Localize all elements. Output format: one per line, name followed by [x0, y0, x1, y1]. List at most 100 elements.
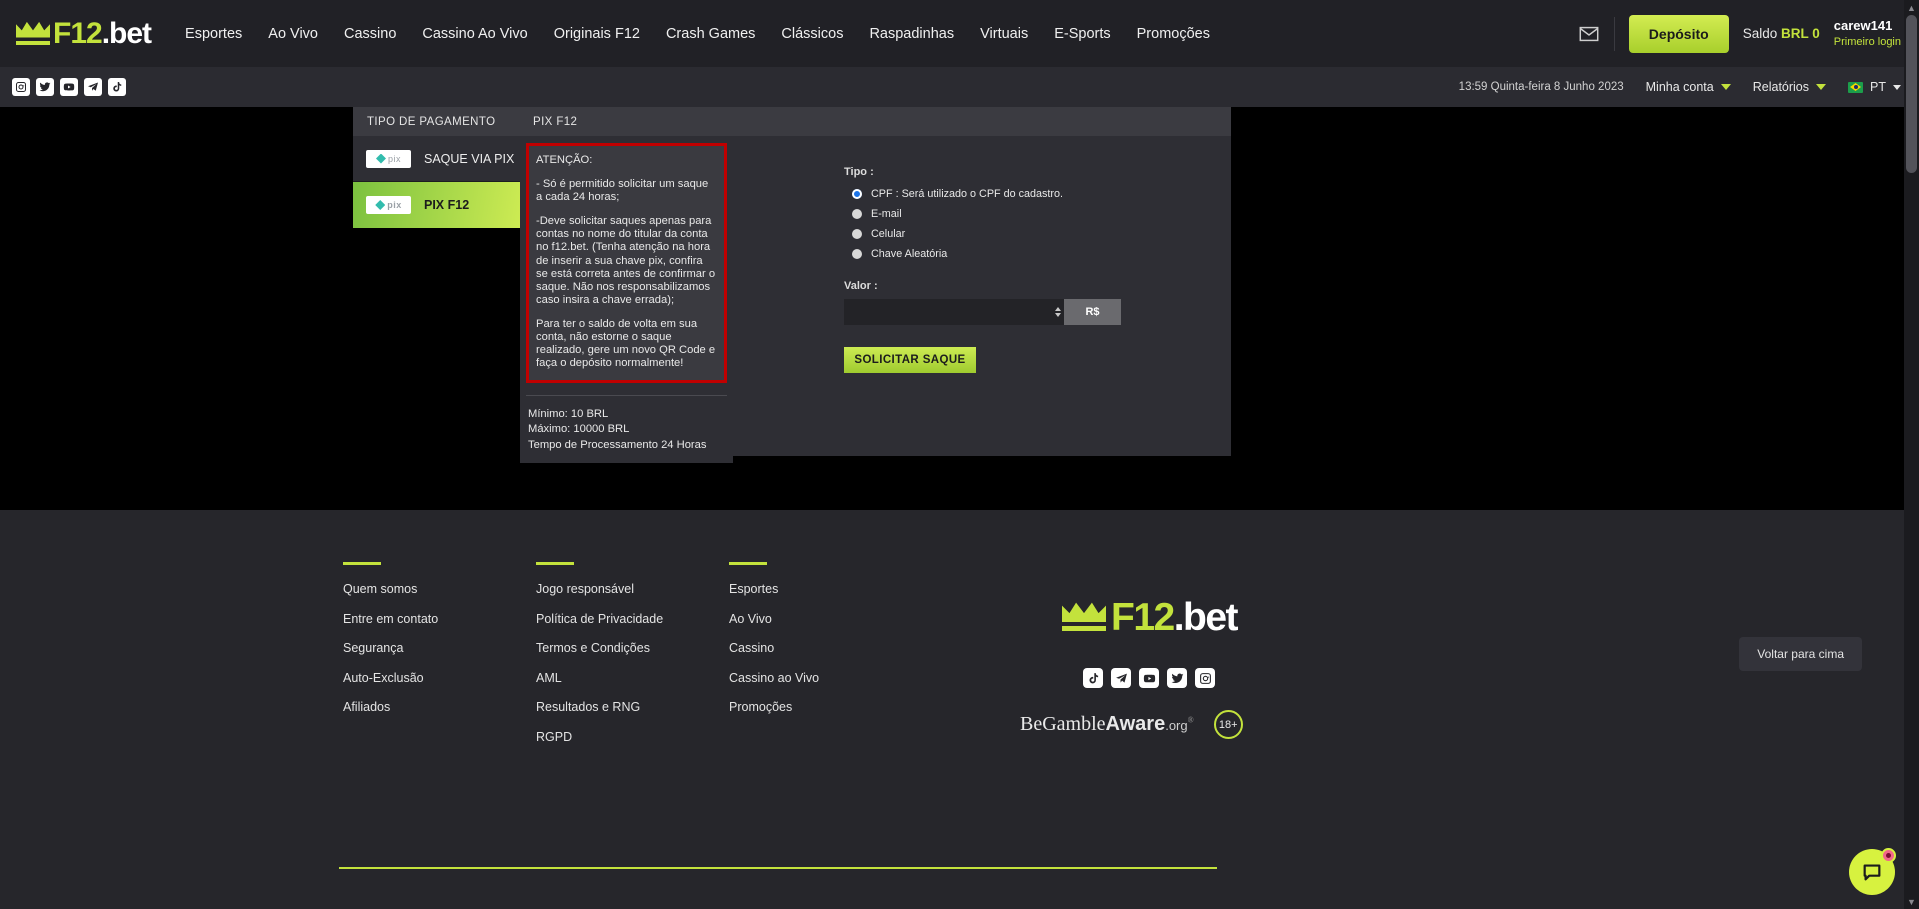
attention-notice: ATENÇÃO: - Só é permitido solicitar um s…: [526, 143, 727, 384]
site-logo[interactable]: F12.bet: [16, 16, 152, 50]
nav-item-crash-games[interactable]: Crash Games: [666, 26, 755, 42]
logo-text-white: .bet: [101, 16, 152, 50]
valor-input-group: R$: [844, 299, 1121, 325]
footer-link-auto-exclusao[interactable]: Auto-Exclusão: [343, 671, 536, 685]
method-label: PIX F12: [424, 198, 470, 212]
selected-method-header: PIX F12: [533, 115, 578, 128]
chevron-down-icon: [1816, 84, 1827, 90]
nav-item-cassino-ao-vivo[interactable]: Cassino Ao Vivo: [422, 26, 527, 42]
instagram-icon[interactable]: [1195, 668, 1215, 688]
begambleaware-logo[interactable]: BeGambleAware.org®: [1020, 713, 1194, 736]
radio-dot-icon: [852, 189, 862, 199]
method-info-column: ATENÇÃO: - Só é permitido solicitar um s…: [520, 136, 733, 463]
twitter-icon[interactable]: [36, 78, 54, 96]
limits-info: Mínimo: 10 BRL Máximo: 10000 BRL Tempo d…: [526, 395, 727, 452]
nav-item-originais-f12[interactable]: Originais F12: [554, 26, 640, 42]
twitter-icon[interactable]: [1167, 668, 1187, 688]
footer-link-aml[interactable]: AML: [536, 671, 729, 685]
brazil-flag-icon: [1848, 81, 1864, 93]
chat-bubble-icon: [1863, 864, 1881, 881]
tiktok-icon[interactable]: [108, 78, 126, 96]
language-label: PT: [1870, 80, 1886, 94]
language-selector[interactable]: PT: [1848, 80, 1901, 94]
user-account-box[interactable]: carew141 Primeiro login: [1834, 17, 1901, 49]
withdrawal-form: Tipo : CPF : Será utilizado o CPF do cad…: [733, 136, 1231, 456]
valor-input[interactable]: [844, 299, 1051, 325]
nav-item-virtuais[interactable]: Virtuais: [980, 26, 1028, 42]
nav-item-classicos[interactable]: Clássicos: [781, 26, 843, 42]
datetime-display: 13:59 Quinta-feira 8 Junho 2023: [1458, 81, 1624, 93]
footer-column-legal: Jogo responsável Política de Privacidade…: [536, 562, 729, 759]
footer-link-esportes[interactable]: Esportes: [729, 582, 922, 596]
footer-link-jogo-responsavel[interactable]: Jogo responsável: [536, 582, 729, 596]
deposit-button[interactable]: Depósito: [1628, 14, 1729, 53]
chat-widget-button[interactable]: [1849, 848, 1896, 895]
valor-label: Valor :: [844, 280, 878, 292]
footer-link-promocoes[interactable]: Promoções: [729, 700, 922, 714]
back-to-top-button[interactable]: Voltar para cima: [1739, 637, 1862, 671]
nav-item-ao-vivo[interactable]: Ao Vivo: [268, 26, 318, 42]
social-links-top: [12, 78, 126, 96]
envelope-icon[interactable]: [1578, 23, 1600, 45]
telegram-icon[interactable]: [1111, 668, 1131, 688]
radio-label: Celular: [871, 228, 906, 240]
payment-type-column-header: TIPO DE PAGAMENTO: [367, 115, 496, 128]
method-saque-via-pix[interactable]: pix SAQUE VIA PIX: [353, 136, 520, 182]
logo-text: F12.bet: [53, 16, 152, 50]
youtube-icon[interactable]: [60, 78, 78, 96]
reports-menu[interactable]: Relatórios: [1753, 80, 1827, 94]
valor-stepper[interactable]: [1051, 299, 1064, 325]
telegram-icon[interactable]: [84, 78, 102, 96]
main-navigation: Esportes Ao Vivo Cassino Cassino Ao Vivo…: [185, 26, 1210, 42]
page-scrollbar[interactable]: ▲ ▼: [1904, 0, 1919, 909]
method-pix-f12[interactable]: pix PIX F12: [353, 182, 520, 228]
currency-suffix: R$: [1064, 299, 1121, 325]
footer-link-columns: Quem somos Entre em contato Segurança Au…: [0, 562, 1919, 759]
limit-maximum: Máximo: 10000 BRL: [528, 423, 630, 436]
footer-logo-green: F12: [1111, 596, 1175, 639]
footer-link-cassino[interactable]: Cassino: [729, 641, 922, 655]
age-restriction-badge: 18+: [1213, 710, 1243, 739]
tiktok-icon[interactable]: [1083, 668, 1103, 688]
attention-paragraph-3: Para ter o saldo de volta em sua conta, …: [536, 317, 716, 370]
main-content: TIPO DE PAGAMENTO PIX F12 pix SAQUE VIA …: [0, 107, 1919, 510]
footer-logo-white: .bet: [1173, 596, 1239, 639]
cashier-panel: TIPO DE PAGAMENTO PIX F12 pix SAQUE VIA …: [353, 107, 1231, 463]
radio-option-chave-aleatoria[interactable]: Chave Aleatória: [844, 248, 1231, 260]
footer-link-rgpd[interactable]: RGPD: [536, 730, 729, 744]
footer-divider-dash: [536, 562, 574, 565]
responsible-gambling-group: BeGambleAware.org® 18+: [1020, 710, 1243, 739]
footer-link-cassino-ao-vivo[interactable]: Cassino ao Vivo: [729, 671, 922, 685]
radio-option-email[interactable]: E-mail: [844, 208, 1231, 220]
nav-item-raspadinhas[interactable]: Raspadinhas: [869, 26, 954, 42]
scroll-up-arrow-icon[interactable]: ▲: [1904, 0, 1919, 15]
solicitar-saque-button[interactable]: SOLICITAR SAQUE: [844, 347, 976, 373]
user-login-status: Primeiro login: [1833, 35, 1901, 48]
radio-label: Chave Aleatória: [871, 248, 948, 260]
youtube-icon[interactable]: [1139, 668, 1159, 688]
username-label: carew141: [1833, 18, 1893, 34]
footer-link-termos-condicoes[interactable]: Termos e Condições: [536, 641, 729, 655]
attention-paragraph-1: - Só é permitido solicitar um saque a ca…: [536, 178, 709, 204]
nav-item-e-sports[interactable]: E-Sports: [1054, 26, 1110, 42]
footer-link-seguranca[interactable]: Segurança: [343, 641, 536, 655]
limit-processing-time: Tempo de Processamento 24 Horas: [528, 438, 707, 451]
radio-option-celular[interactable]: Celular: [844, 228, 1231, 240]
footer-link-afiliados[interactable]: Afiliados: [343, 700, 536, 714]
footer-link-politica-privacidade[interactable]: Política de Privacidade: [536, 612, 729, 626]
scroll-down-arrow-icon[interactable]: ▼: [1904, 894, 1919, 909]
chevron-down-icon: [1893, 84, 1901, 90]
footer-link-resultados-rng[interactable]: Resultados e RNG: [536, 700, 729, 714]
my-account-menu[interactable]: Minha conta: [1646, 80, 1731, 94]
radio-option-cpf[interactable]: CPF : Será utilizado o CPF do cadastro.: [844, 188, 1231, 200]
nav-item-esportes[interactable]: Esportes: [185, 26, 242, 42]
logo-text-green: F12: [53, 16, 103, 50]
footer-link-quem-somos[interactable]: Quem somos: [343, 582, 536, 596]
footer-link-entre-em-contato[interactable]: Entre em contato: [343, 612, 536, 626]
footer-link-ao-vivo[interactable]: Ao Vivo: [729, 612, 922, 626]
nav-item-promocoes[interactable]: Promoções: [1137, 26, 1210, 42]
instagram-icon[interactable]: [12, 78, 30, 96]
header-divider: [1613, 16, 1615, 51]
scrollbar-thumb[interactable]: [1906, 15, 1917, 173]
nav-item-cassino[interactable]: Cassino: [344, 26, 396, 42]
